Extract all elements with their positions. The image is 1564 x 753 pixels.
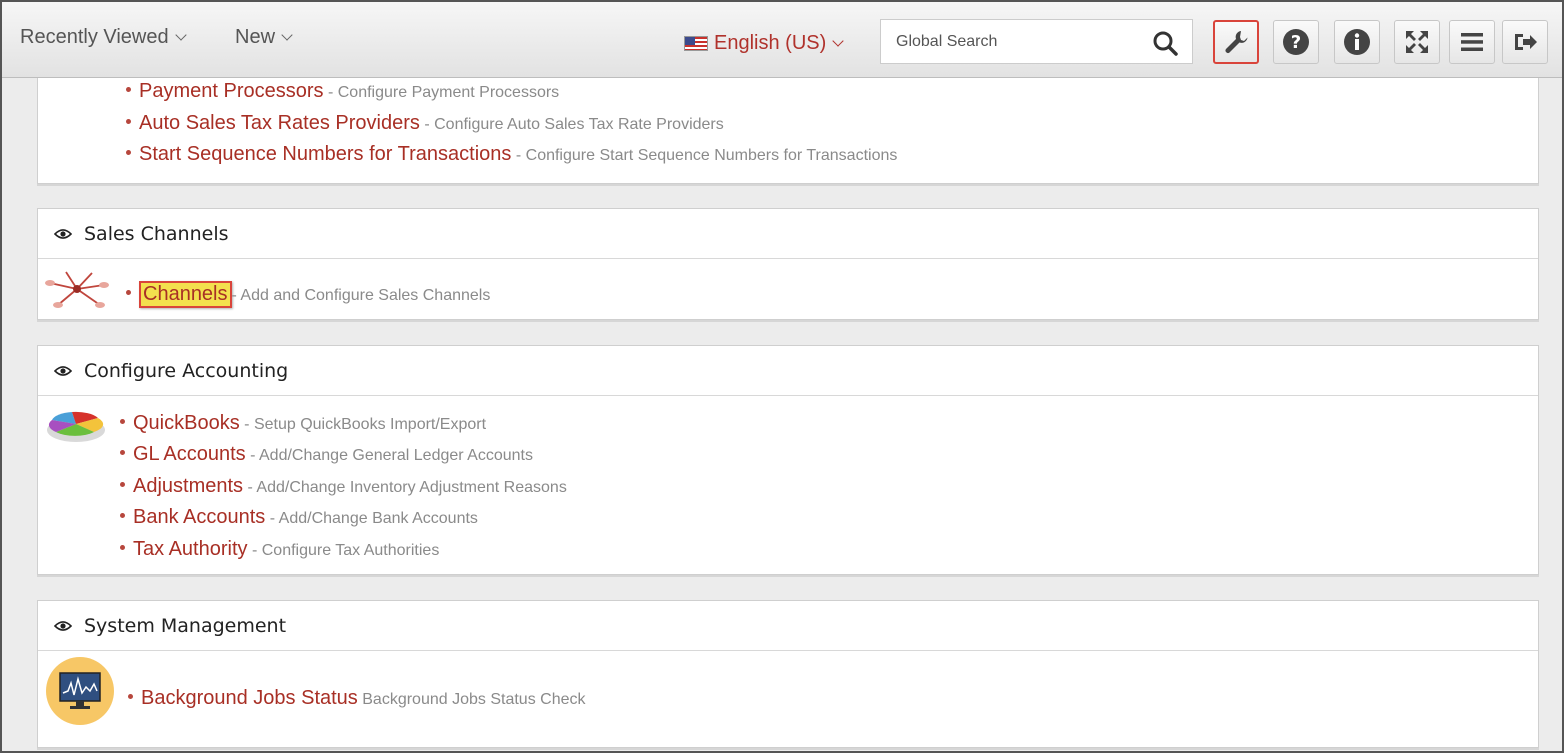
chevron-down-icon — [281, 29, 293, 41]
list-item: Bank Accounts - Add/Change Bank Accounts — [120, 506, 478, 529]
list-item: Adjustments - Add/Change Inventory Adjus… — [120, 475, 567, 498]
pie-chart-icon — [47, 411, 105, 442]
eye-icon — [54, 365, 72, 376]
item-description: - Add/Change General Ledger Accounts — [250, 447, 533, 464]
tax-authority-link[interactable]: Tax Authority — [133, 538, 248, 561]
panel-header[interactable]: System Management — [38, 601, 1538, 651]
language-selector[interactable]: English (US) — [684, 32, 844, 55]
new-label: New — [235, 26, 276, 48]
background-jobs-link[interactable]: Background Jobs Status — [141, 687, 358, 710]
panel-header[interactable]: Sales Channels — [38, 209, 1538, 259]
item-description: - Configure Tax Authorities — [251, 542, 440, 559]
global-search — [880, 19, 1193, 64]
item-description: - Configure Start Sequence Numbers for T… — [515, 147, 898, 164]
chevron-down-icon — [832, 35, 844, 47]
recently-viewed-label: Recently Viewed — [20, 26, 169, 48]
language-label: English (US) — [714, 32, 827, 54]
logout-icon — [1515, 34, 1537, 50]
panel-title: Sales Channels — [84, 222, 229, 245]
list-item: Tax Authority - Configure Tax Authoritie… — [120, 538, 439, 561]
channels-link[interactable]: Channels — [139, 281, 232, 308]
list-item: Background Jobs Status Background Jobs S… — [128, 687, 585, 710]
item-description: - Configure Payment Processors — [327, 84, 560, 101]
top-bar: Recently Viewed New English (US) ? — [2, 2, 1562, 78]
menu-icon — [1461, 33, 1483, 51]
eye-icon — [54, 228, 72, 239]
help-button[interactable]: ? — [1273, 20, 1319, 64]
item-description: - Add/Change Inventory Adjustment Reason… — [247, 479, 567, 496]
list-item: QuickBooks - Setup QuickBooks Import/Exp… — [120, 412, 486, 435]
configure-accounting-panel: Configure Accounting QuickBooks - Setup … — [37, 345, 1539, 575]
payment-processors-link[interactable]: Payment Processors — [139, 80, 324, 103]
us-flag-icon — [684, 36, 708, 51]
expand-icon — [1406, 31, 1428, 53]
item-description: - Setup QuickBooks Import/Export — [244, 416, 487, 433]
list-item: GL Accounts - Add/Change General Ledger … — [120, 443, 533, 466]
info-icon — [1344, 29, 1370, 55]
wrench-icon — [1225, 31, 1248, 53]
new-menu[interactable]: New — [235, 26, 293, 49]
gl-accounts-link[interactable]: GL Accounts — [133, 443, 246, 466]
svg-text:?: ? — [1291, 32, 1301, 53]
info-button[interactable] — [1334, 20, 1380, 64]
chevron-down-icon — [174, 29, 187, 41]
adjustments-link[interactable]: Adjustments — [133, 475, 243, 498]
settings-button[interactable] — [1213, 20, 1259, 64]
system-management-panel: System Management Background Jobs Status… — [37, 600, 1539, 748]
bank-accounts-link[interactable]: Bank Accounts — [133, 506, 265, 529]
recently-viewed-menu[interactable]: Recently Viewed — [20, 26, 187, 49]
global-search-input[interactable] — [881, 32, 1141, 51]
sales-channels-panel: Sales Channels Channels - Add and Config… — [37, 208, 1539, 320]
auto-sales-tax-link[interactable]: Auto Sales Tax Rates Providers — [139, 112, 420, 135]
panel-title: Configure Accounting — [84, 359, 289, 382]
payment-config-panel: Payment Processors - Configure Payment P… — [37, 78, 1539, 184]
question-icon: ? — [1283, 29, 1309, 55]
list-item: Start Sequence Numbers for Transactions … — [126, 143, 897, 166]
list-item: Auto Sales Tax Rates Providers - Configu… — [126, 112, 724, 135]
monitor-icon — [46, 657, 114, 725]
list-item: Channels - Add and Configure Sales Chann… — [126, 281, 490, 308]
list-item: Payment Processors - Configure Payment P… — [126, 80, 559, 103]
item-description: - Add and Configure Sales Channels — [231, 287, 491, 304]
channels-icon — [45, 271, 109, 308]
panel-header[interactable]: Configure Accounting — [38, 346, 1538, 396]
quickbooks-link[interactable]: QuickBooks — [133, 412, 240, 435]
item-description: - Add/Change Bank Accounts — [269, 510, 478, 527]
item-description: Background Jobs Status Check — [362, 691, 586, 708]
eye-icon — [54, 620, 72, 631]
menu-button[interactable] — [1449, 20, 1495, 64]
start-sequence-link[interactable]: Start Sequence Numbers for Transactions — [139, 143, 511, 166]
panel-title: System Management — [84, 614, 287, 637]
search-icon[interactable] — [1152, 30, 1178, 56]
item-description: - Configure Auto Sales Tax Rate Provider… — [424, 116, 724, 133]
fullscreen-button[interactable] — [1394, 20, 1440, 64]
logout-button[interactable] — [1502, 20, 1548, 64]
